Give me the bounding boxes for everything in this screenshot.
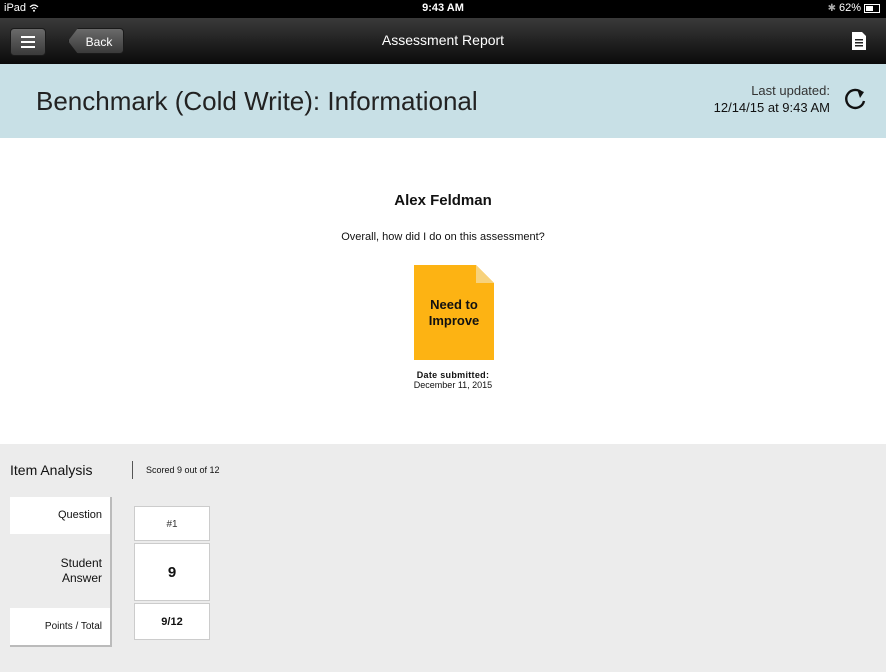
- navigation-bar: Back Assessment Report: [0, 18, 886, 64]
- refresh-icon[interactable]: [842, 86, 868, 112]
- date-submitted: Date submitted: December 11, 2015: [0, 370, 886, 390]
- document-list-icon[interactable]: [852, 32, 866, 50]
- question-number[interactable]: #1: [134, 506, 210, 541]
- status-time: 9:43 AM: [422, 2, 464, 14]
- status-bar: iPad 9:43 AM ✱ 62%: [0, 0, 886, 18]
- nav-title: Assessment Report: [381, 32, 505, 48]
- page-fold: [476, 265, 494, 283]
- last-updated-label: Last updated:: [751, 83, 830, 98]
- points-cell: 9/12: [134, 603, 210, 640]
- date-submitted-value: December 11, 2015: [413, 380, 493, 390]
- student-answer-cell: 9: [134, 543, 210, 601]
- last-updated: Last updated: 12/14/15 at 9:43 AM: [714, 82, 830, 116]
- row-labels: Question Student Answer Points / Total: [10, 497, 112, 647]
- divider: [132, 461, 133, 479]
- row-label-points: Points / Total: [10, 608, 110, 645]
- result-label: Need to Improve: [428, 297, 480, 328]
- score-summary: Scored 9 out of 12: [146, 465, 220, 475]
- last-updated-value: 12/14/15 at 9:43 AM: [713, 100, 830, 115]
- date-submitted-label: Date submitted:: [416, 370, 490, 380]
- battery-percent: 62%: [838, 2, 861, 14]
- student-name: Alex Feldman: [394, 192, 492, 209]
- item-analysis-title: Item Analysis: [10, 462, 93, 478]
- overall-question: Overall, how did I do on this assessment…: [341, 231, 545, 243]
- bluetooth-icon: ✱: [827, 2, 836, 14]
- row-label-student-answer: Student Answer: [10, 534, 110, 608]
- report-header: Benchmark (Cold Write): Informational La…: [0, 64, 886, 138]
- battery-icon: [864, 3, 880, 13]
- item-analysis-section: Item Analysis Scored 9 out of 12 Questio…: [0, 444, 886, 672]
- page-title: Benchmark (Cold Write): Informational: [36, 86, 478, 116]
- result-badge: Need to Improve: [414, 265, 494, 360]
- row-label-question: Question: [10, 497, 110, 534]
